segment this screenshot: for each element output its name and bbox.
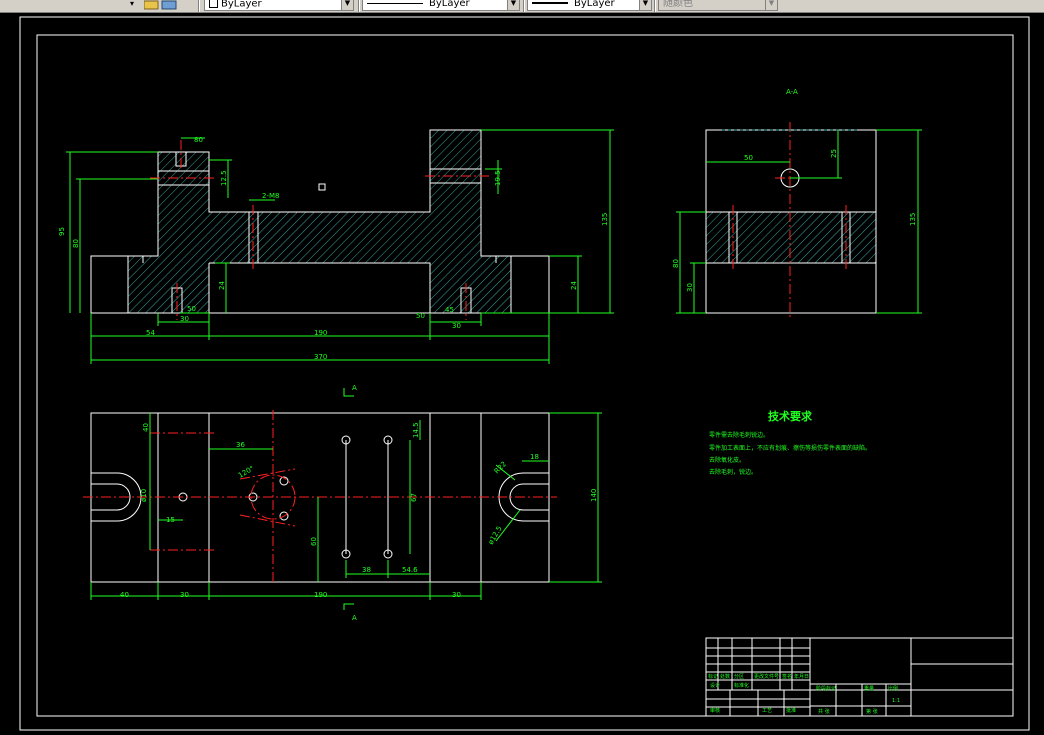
side-view bbox=[705, 122, 877, 320]
tb-review: 审核 bbox=[710, 707, 720, 714]
dim-plan-b: 30 bbox=[452, 591, 461, 599]
toolbar-separator bbox=[654, 0, 656, 12]
layer-state-icon[interactable] bbox=[144, 0, 188, 10]
dim-plan-small-w: 15 bbox=[166, 516, 175, 524]
tech-title: 技术要求 bbox=[768, 409, 813, 423]
dim-plan-hole-dia: ø10 bbox=[140, 489, 148, 502]
chevron-down-icon[interactable]: ▼ bbox=[507, 0, 519, 10]
dim-plan-slot-w: 18 bbox=[530, 453, 539, 461]
chevron-down-icon[interactable]: ▼ bbox=[765, 0, 777, 10]
chevron-down-icon[interactable]: ▼ bbox=[639, 0, 651, 10]
dim-plan-left-h: 40 bbox=[142, 423, 150, 432]
dim-slot-left: 30 bbox=[180, 315, 189, 323]
dim-plan-center-w: 36 bbox=[236, 441, 245, 449]
tech-note-1: 零件需去除毛刺锐边。 bbox=[709, 431, 769, 439]
plan-dim-labels: 40 30 190 30 140 14.5 40 36 15 120° 38 5… bbox=[120, 384, 598, 622]
dim-slot-right: 30 bbox=[452, 322, 461, 330]
dim-base-h: 24 bbox=[570, 281, 578, 290]
dropdown-arrow-icon[interactable]: ▾ bbox=[130, 0, 138, 8]
section-label: A-A bbox=[786, 88, 798, 96]
tech-note-3: 去除氧化皮。 bbox=[709, 456, 745, 464]
dim-plan-center: 190 bbox=[314, 591, 327, 599]
dim-plan-a: 30 bbox=[180, 591, 189, 599]
lineweight-dropdown-label: ByLayer bbox=[574, 0, 615, 9]
linetype-dropdown[interactable]: ByLayer ▼ bbox=[362, 0, 520, 11]
technical-requirements: 技术要求 零件需去除毛刺锐边。 零件加工表面上，不应有划痕、擦伤等损伤零件表面的… bbox=[709, 409, 871, 476]
dim-plan-inner-h: 67 bbox=[410, 493, 418, 502]
dim-step-h: 24 bbox=[218, 281, 226, 290]
dim-step-left: 50 bbox=[187, 305, 196, 313]
viewport-border bbox=[19, 16, 1030, 731]
dim-side-top-h: 25 bbox=[830, 149, 838, 158]
dim-groove-top: 12.5 bbox=[220, 170, 228, 186]
title-block: 标记 处数 分区 更改文件号 签名 年月日 设计 标准化 阶段标记 重量 比例 … bbox=[705, 637, 1014, 717]
lineweight-preview-icon bbox=[532, 2, 568, 4]
dim-height-total: 135 bbox=[601, 213, 609, 226]
dim-overall-width: 370 bbox=[314, 353, 327, 361]
dim-groove: 2-M8 bbox=[262, 192, 279, 200]
tech-note-4: 去除毛刺，锐边。 bbox=[709, 468, 757, 476]
section-arrow-bottom-label: A bbox=[352, 614, 357, 622]
tb-process: 工艺 bbox=[762, 708, 772, 714]
dim-plan-hole-dia2: ø12.5 bbox=[487, 525, 504, 546]
tb-scale: 比例 bbox=[888, 685, 898, 692]
dim-left-offset: 54 bbox=[146, 329, 155, 337]
tb-mark: 标记 bbox=[708, 673, 718, 680]
dim-plan-height: 140 bbox=[590, 489, 598, 502]
tb-change-doc: 更改文件号 bbox=[754, 673, 779, 680]
lineweight-dropdown[interactable]: ByLayer ▼ bbox=[527, 0, 652, 11]
tb-zone: 分区 bbox=[734, 673, 744, 680]
tb-sign: 签名 bbox=[782, 673, 792, 680]
dim-plan-pitch-b: 54.6 bbox=[402, 566, 418, 574]
plan-view bbox=[83, 410, 557, 585]
toolbar-separator bbox=[198, 0, 200, 12]
plotstyle-dropdown[interactable]: 随颜色 ▼ bbox=[658, 0, 778, 11]
tb-total-sheets: 共 张 bbox=[818, 708, 830, 715]
tb-standard: 标准化 bbox=[734, 682, 749, 689]
tb-approve: 批准 bbox=[786, 707, 796, 714]
color-swatch-icon bbox=[209, 0, 218, 8]
dim-side-top-w: 50 bbox=[744, 154, 753, 162]
tech-note-2: 零件加工表面上，不应有划痕、擦伤等损伤零件表面的缺陷。 bbox=[709, 444, 871, 452]
dim-height-left-b: 80 bbox=[72, 239, 80, 248]
drawing-frame bbox=[36, 34, 1014, 717]
tb-weight: 重量 bbox=[864, 685, 874, 692]
dim-center-span: 190 bbox=[314, 329, 327, 337]
front-view bbox=[90, 129, 550, 320]
dim-slot-top: 80 bbox=[194, 136, 203, 144]
dim-plan-left: 40 bbox=[120, 591, 129, 599]
color-dropdown[interactable]: ByLayer ▼ bbox=[204, 0, 354, 11]
dim-side-height: 135 bbox=[909, 213, 917, 226]
toolbar-separator bbox=[523, 0, 525, 12]
dim-small-h: 45 bbox=[445, 306, 454, 314]
tb-design: 设计 bbox=[710, 682, 720, 689]
drawing-canvas[interactable]: 370 190 54 30 30 50 50 95 80 135 24 24 1… bbox=[0, 12, 1044, 735]
linetype-preview-icon bbox=[367, 2, 423, 4]
dim-plan-pitch-a: 38 bbox=[362, 566, 371, 574]
dim-height-left-a: 95 bbox=[58, 227, 66, 236]
dim-right-h: 19.5 bbox=[494, 170, 502, 186]
toolbar-separator bbox=[358, 0, 360, 12]
color-dropdown-label: ByLayer bbox=[221, 0, 262, 10]
linetype-dropdown-label: ByLayer bbox=[429, 0, 470, 9]
section-arrow-top-label: A bbox=[352, 384, 357, 392]
plotstyle-dropdown-label: 随颜色 bbox=[663, 0, 693, 9]
dim-plan-top-h: 14.5 bbox=[412, 422, 420, 438]
chevron-down-icon[interactable]: ▼ bbox=[341, 0, 353, 10]
tb-sheet-no: 第 张 bbox=[866, 708, 878, 715]
layer-tools: ▾ bbox=[120, 0, 198, 12]
tb-ratio: 1:1 bbox=[892, 698, 900, 704]
tb-date: 年月日 bbox=[794, 673, 809, 680]
dim-plan-center-h: 60 bbox=[310, 537, 318, 546]
tb-stage: 阶段标记 bbox=[816, 685, 836, 692]
dim-step-right: 50 bbox=[416, 312, 425, 320]
dim-side-mid: 80 bbox=[672, 259, 680, 268]
tb-count: 处数 bbox=[720, 673, 730, 680]
dim-side-base: 30 bbox=[686, 283, 694, 292]
